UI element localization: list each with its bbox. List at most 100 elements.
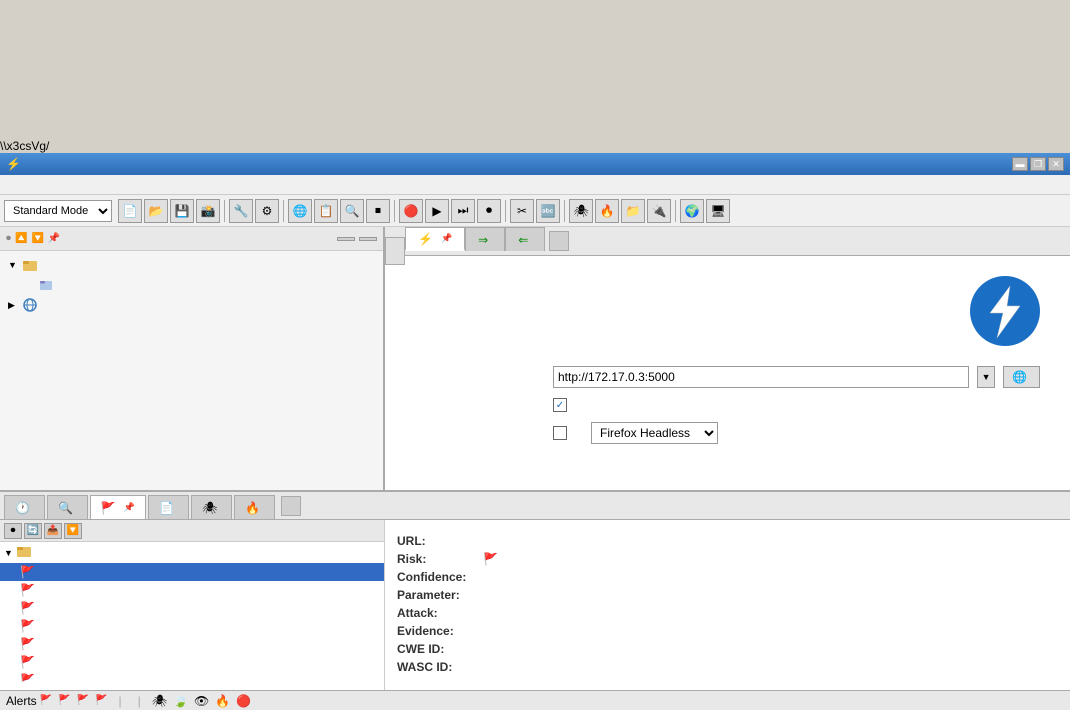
risk-flag-icon: 🚩 — [483, 552, 498, 566]
toolbar-sep-3 — [394, 200, 395, 222]
mode-dropdown[interactable]: Standard Mode Safe Mode Protected Mode A… — [4, 200, 112, 222]
menu-report[interactable] — [52, 183, 64, 187]
tab-spider[interactable]: 🕷 — [191, 495, 232, 519]
active-scan-btn[interactable]: 🔍 — [340, 199, 364, 223]
bottom-tabs-add-btn[interactable] — [281, 496, 301, 516]
tab-active-scan[interactable]: 🔥 — [234, 495, 275, 519]
scan-policy-btn[interactable]: 📋 — [314, 199, 338, 223]
alert-item-0[interactable]: 🚩 — [0, 563, 384, 581]
session-props-btn[interactable]: 🔧 — [229, 199, 253, 223]
title-bar-controls[interactable]: ▬ ❐ ✕ — [1012, 157, 1064, 171]
tab-history[interactable]: 🕐 — [4, 495, 45, 519]
sites-add-btn[interactable] — [359, 237, 377, 241]
response-icon: ⇐ — [518, 233, 528, 247]
alerts-filter-btn[interactable]: 🔽 — [64, 523, 82, 539]
minimize-button[interactable]: ▬ — [1012, 157, 1028, 171]
tree-sites-group[interactable]: ▶ — [4, 295, 379, 315]
detail-risk-value: 🚩 — [483, 552, 1058, 566]
alert-item-3[interactable]: 🚩 — [0, 617, 384, 635]
right-tabs-add-btn[interactable] — [549, 231, 569, 251]
alert-detail-panel: URL: Risk: 🚩 Confidence: Parameter: — [385, 520, 1070, 690]
ajax-spider-btn[interactable]: 🔥 — [595, 199, 619, 223]
alerts-tree: ▼ 🚩 🚩 — [0, 542, 384, 682]
new-session-btn[interactable]: 📄 — [118, 199, 142, 223]
menu-online[interactable] — [88, 183, 100, 187]
toolbar-sep-5 — [564, 200, 565, 222]
alerts-cycle-btn[interactable]: ⏺ — [4, 523, 22, 539]
sites-circle-btn[interactable]: ⏺ — [6, 233, 11, 244]
search-icon: 🔍 — [58, 501, 73, 515]
stop-btn[interactable]: ⏹ — [366, 199, 390, 223]
tab-search[interactable]: 🔍 — [47, 495, 88, 519]
alerts-toolbar: ⏺ 🔄 📤 🔽 — [0, 520, 384, 542]
total-scan-icon: 🔴 — [236, 694, 251, 708]
alert-item-1[interactable]: 🚩 — [0, 581, 384, 599]
manual-explore-btn[interactable]: 🌐 — [288, 199, 312, 223]
continue-btn[interactable]: ▶ — [425, 199, 449, 223]
tree-contexts-group[interactable]: ▼ — [4, 255, 379, 275]
toolbar-sep-1 — [224, 200, 225, 222]
fuzzer-status-icon: 🔥 — [215, 694, 230, 708]
traditional-spider-checkbox[interactable] — [553, 398, 567, 412]
ajax-spider-checkbox[interactable] — [553, 426, 567, 440]
detail-confidence-label: Confidence: — [397, 570, 477, 584]
alert-item-4[interactable]: 🚩 — [0, 635, 384, 653]
forced-browse-btn[interactable]: 📁 — [621, 199, 645, 223]
browser-btn[interactable]: 🌍 — [680, 199, 704, 223]
alerts-flag-orange-icon: 🚩 — [58, 695, 70, 706]
tree-default-context[interactable] — [4, 275, 379, 295]
menu-import[interactable] — [76, 183, 88, 187]
tab-response[interactable]: ⇐ — [505, 227, 545, 251]
disable-break-btn[interactable]: ⏺ — [477, 199, 501, 223]
menu-help[interactable] — [100, 183, 112, 187]
alert-item-5[interactable]: 🚩 — [0, 653, 384, 671]
alert-flag-icon-3: 🚩 — [20, 619, 35, 633]
encode-btn[interactable]: 🔤 — [536, 199, 560, 223]
scan-eye-icon: 👁 — [194, 694, 209, 708]
alerts-export-btn[interactable]: 📤 — [44, 523, 62, 539]
title-icon: ⚡ — [6, 157, 21, 171]
url-dropdown-btn[interactable]: ▼ — [977, 366, 995, 388]
toolbar-sep-6 — [675, 200, 676, 222]
spider-btn[interactable]: 🕷 — [569, 199, 593, 223]
step-btn[interactable]: ⏭ — [451, 199, 475, 223]
detail-attack-value — [483, 606, 1058, 620]
alert-item-6[interactable]: 🚩 — [0, 671, 384, 682]
port-scan-btn[interactable]: 🔌 — [647, 199, 671, 223]
menu-analyse[interactable] — [40, 183, 52, 187]
sites-dock-btn[interactable]: 📌 — [48, 233, 60, 244]
tab-request[interactable]: ⇒ — [465, 227, 505, 251]
hud-btn[interactable]: 🖥 — [706, 199, 730, 223]
tab-quick-start[interactable]: ⚡ 📌 — [405, 227, 465, 251]
options-btn[interactable]: ⚙ — [255, 199, 279, 223]
alert-flag-icon-0: 🚩 — [20, 565, 35, 579]
sites-collapse-btn[interactable]: 🔽 — [31, 233, 43, 244]
menu-edit[interactable] — [16, 183, 28, 187]
sites-tab[interactable] — [337, 237, 355, 241]
select-btn[interactable]: 🌐 — [1003, 366, 1040, 388]
menu-view[interactable] — [28, 183, 40, 187]
tab-alerts[interactable]: 🚩 📌 — [90, 495, 146, 519]
detail-wasc-row: WASC ID: — [397, 660, 1058, 674]
save-session-btn[interactable]: 💾 — [170, 199, 194, 223]
sites-expand-btn[interactable]: 🔼 — [15, 233, 27, 244]
alerts-refresh-btn[interactable]: 🔄 — [24, 523, 42, 539]
menu-bar — [0, 175, 1070, 195]
open-session-btn[interactable]: 📂 — [144, 199, 168, 223]
menu-file[interactable] — [4, 183, 16, 187]
url-input[interactable] — [553, 366, 969, 388]
break-btn[interactable]: 🔴 — [399, 199, 423, 223]
close-button[interactable]: ✕ — [1048, 157, 1064, 171]
detail-risk-row: Risk: 🚩 — [397, 552, 1058, 566]
browser-dropdown[interactable]: Firefox Headless Chrome Headless Firefox… — [591, 422, 718, 444]
snapshot-btn[interactable]: 📸 — [196, 199, 220, 223]
menu-tools[interactable] — [64, 183, 76, 187]
tab-output[interactable]: 📄 — [148, 495, 189, 519]
alert-flag-icon-4: 🚩 — [20, 637, 35, 651]
alert-item-2[interactable]: 🚩 — [0, 599, 384, 617]
sites-globe-icon — [22, 297, 38, 313]
fuzz-btn[interactable]: ✂ — [510, 199, 534, 223]
alerts-group-header[interactable]: ▼ — [0, 542, 384, 563]
detail-parameter-label: Parameter: — [397, 588, 477, 602]
maximize-button[interactable]: ❐ — [1030, 157, 1046, 171]
